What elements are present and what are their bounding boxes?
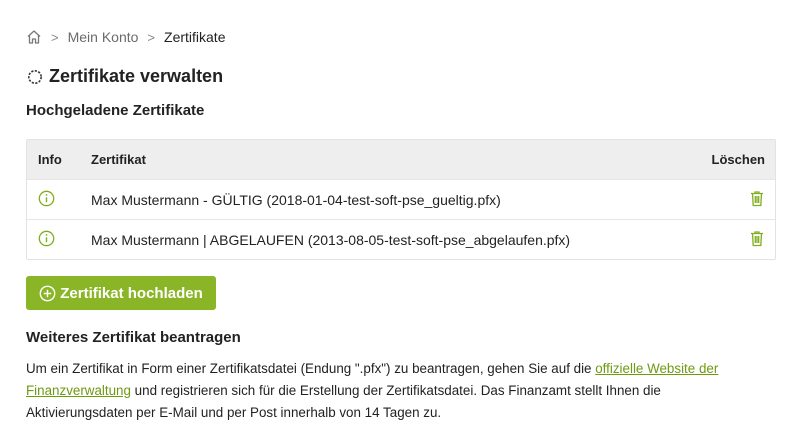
table-row: Max Mustermann - GÜLTIG (2018-01-04-test…: [27, 179, 775, 219]
cert-name: Max Mustermann | ABGELAUFEN (2013-08-05-…: [91, 231, 571, 248]
request-description: Um ein Zertifikat in Form einer Zertifik…: [26, 358, 766, 424]
header-cert: Zertifikat: [91, 152, 146, 167]
info-icon[interactable]: [38, 230, 55, 250]
home-icon[interactable]: [26, 29, 42, 45]
table-header: Info Zertifikat Löschen: [27, 140, 775, 179]
upload-button-label: Zertifikat hochladen: [60, 284, 203, 302]
header-delete: Löschen: [711, 152, 765, 167]
info-icon[interactable]: [38, 190, 55, 210]
trash-icon[interactable]: [749, 230, 765, 250]
section-title-uploaded: Hochgeladene Zertifikate: [26, 102, 205, 119]
trash-icon[interactable]: [749, 190, 765, 210]
breadcrumb-mein-konto[interactable]: Mein Konto: [68, 29, 139, 45]
breadcrumb-separator: >: [51, 29, 59, 45]
gear-icon: [26, 68, 44, 86]
table-row: Max Mustermann | ABGELAUFEN (2013-08-05-…: [27, 219, 775, 259]
request-text-before: Um ein Zertifikat in Form einer Zertifik…: [26, 361, 596, 376]
page-title-text: Zertifikate verwalten: [49, 66, 224, 86]
header-info: Info: [38, 152, 62, 167]
page-title: Zertifikate verwalten: [26, 66, 223, 87]
cert-name: Max Mustermann - GÜLTIG (2018-01-04-test…: [91, 191, 501, 208]
certificates-table: Info Zertifikat Löschen Max Mustermann -…: [26, 139, 776, 260]
breadcrumb-current: Zertifikate: [164, 29, 226, 45]
breadcrumb: > Mein Konto > Zertifikate: [26, 27, 225, 47]
plus-circle-icon: [39, 285, 56, 302]
section-title-request: Weiteres Zertifikat beantragen: [26, 329, 241, 346]
breadcrumb-separator: >: [147, 29, 156, 45]
upload-certificate-button[interactable]: Zertifikat hochladen: [26, 276, 216, 310]
